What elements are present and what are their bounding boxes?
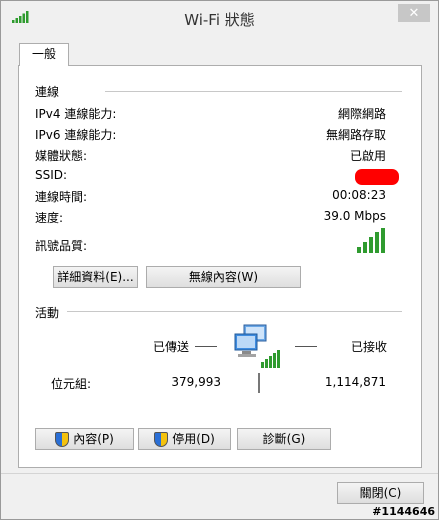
received-label: 已接收 [351, 340, 388, 354]
close-button-label: 關閉(C) [359, 486, 402, 500]
ipv6-value: 無網路存取 [325, 128, 386, 142]
connection-divider [105, 91, 402, 92]
ipv4-value: 網際網路 [337, 107, 386, 121]
bytes-sent-value: 379,993 [171, 375, 221, 389]
title-bar[interactable]: Wi-Fi 狀態 ✕ [1, 1, 438, 33]
wireless-properties-label: 無線內容(W) [188, 270, 259, 284]
signal-quality-icon [357, 228, 385, 253]
footer-divider [1, 473, 438, 474]
signal-quality-label: 訊號品質: [35, 239, 88, 253]
speed-value: 39.0 Mbps [323, 209, 386, 223]
uac-shield-icon [55, 432, 70, 447]
activity-divider [67, 311, 402, 312]
sent-label: 已傳送 [153, 340, 190, 354]
ssid-redaction [355, 169, 399, 185]
duration-value: 00:08:23 [332, 188, 386, 202]
details-button-label: 詳細資料(E)... [57, 270, 134, 284]
close-window-button[interactable]: ✕ [398, 4, 430, 22]
disable-button-label: 停用(D) [172, 432, 215, 446]
sent-line [195, 346, 217, 347]
close-button[interactable]: 關閉(C) [337, 482, 424, 504]
bytes-separator [258, 373, 260, 393]
properties-button[interactable]: 內容(P) [35, 428, 134, 450]
connection-section-title: 連線 [35, 85, 60, 99]
tab-general[interactable]: 一般 [19, 43, 69, 66]
diagnose-button[interactable]: 診斷(G) [237, 428, 331, 450]
ipv6-label: IPv6 連線能力: [35, 128, 117, 142]
details-button[interactable]: 詳細資料(E)... [53, 266, 138, 288]
received-line [295, 346, 317, 347]
diagnose-button-label: 診斷(G) [262, 432, 306, 446]
speed-label: 速度: [35, 211, 64, 225]
disable-button[interactable]: 停用(D) [138, 428, 231, 450]
network-computer-icon [234, 324, 280, 368]
close-icon: ✕ [408, 5, 420, 21]
media-state-value: 已啟用 [349, 149, 386, 163]
wireless-properties-button[interactable]: 無線內容(W) [146, 266, 301, 288]
watermark: #1144646 [372, 505, 435, 518]
media-state-label: 媒體狀態: [35, 149, 88, 163]
bytes-label: 位元組: [51, 377, 92, 391]
properties-button-label: 內容(P) [73, 432, 114, 446]
wifi-status-window: Wi-Fi 狀態 ✕ 一般 連線 IPv4 連線能力: 網際網路 IPv6 連線… [0, 0, 439, 520]
window-title: Wi-Fi 狀態 [184, 11, 255, 29]
ipv4-label: IPv4 連線能力: [35, 107, 117, 121]
duration-label: 連線時間: [35, 190, 88, 204]
activity-section-title: 活動 [35, 306, 60, 320]
ssid-label: SSID: [35, 168, 68, 182]
uac-shield-icon [154, 432, 169, 447]
bytes-received-value: 1,114,871 [324, 375, 386, 389]
